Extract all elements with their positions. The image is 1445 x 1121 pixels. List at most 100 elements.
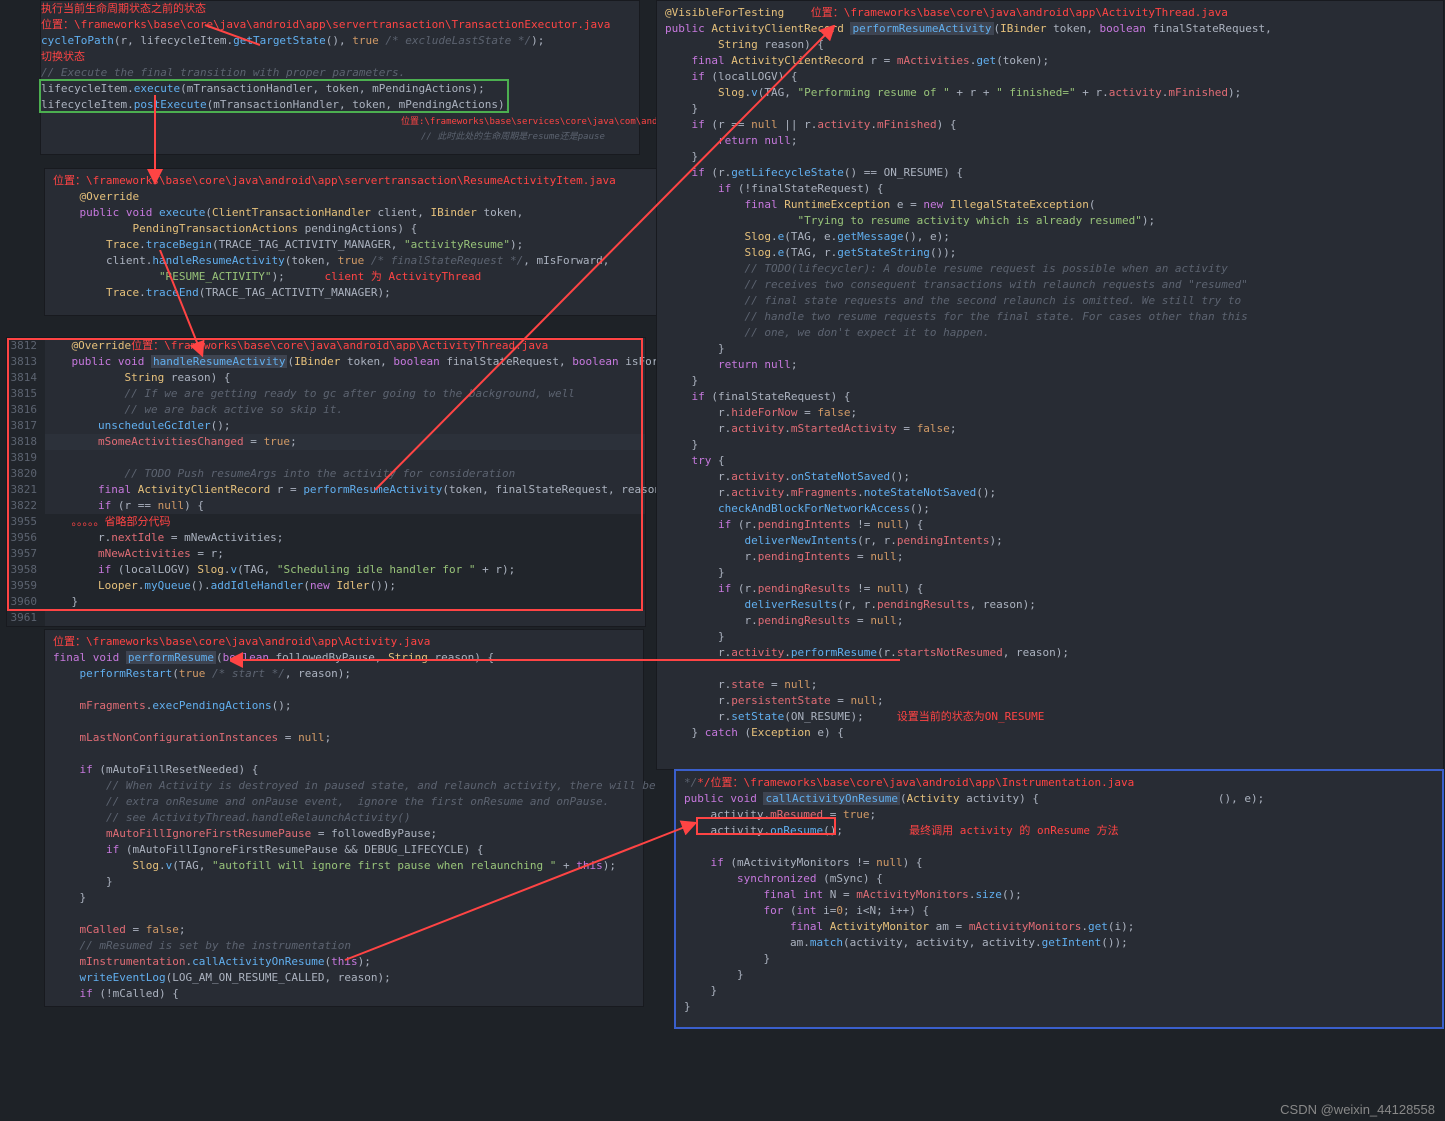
code-line: return null; bbox=[665, 357, 1435, 373]
code-line: final ActivityClientRecord r = mActiviti… bbox=[665, 53, 1435, 69]
code-line: if (r.getLifecycleState() == ON_RESUME) … bbox=[665, 165, 1435, 181]
code-line: if (localLOGV) { bbox=[665, 69, 1435, 85]
code-line: public void execute(ClientTransactionHan… bbox=[53, 205, 735, 221]
code-line: cycleToPath(r, lifecycleItem.getTargetSt… bbox=[41, 33, 639, 49]
code-line: mAutoFillIgnoreFirstResumePause = follow… bbox=[53, 826, 635, 842]
code-line: client.handleResumeActivity(token, true … bbox=[53, 253, 735, 269]
code-line: r.activity.performResume(r.startsNotResu… bbox=[665, 645, 1435, 661]
note-switch-state: 切换状态 bbox=[41, 50, 85, 63]
code-line: if (finalStateRequest) { bbox=[665, 389, 1435, 405]
code-line: } bbox=[665, 101, 1435, 117]
code-line: r.pendingIntents = null; bbox=[665, 549, 1435, 565]
hl-green-execute bbox=[39, 79, 509, 113]
code-line: } bbox=[53, 874, 635, 890]
code-line: } bbox=[665, 341, 1435, 357]
code-line: Slog.v(TAG, "Performing resume of " + r … bbox=[665, 85, 1435, 101]
code-line: return null; bbox=[665, 133, 1435, 149]
code-line: } bbox=[665, 437, 1435, 453]
code-line: if (mActivityMonitors != null) { bbox=[684, 855, 1434, 871]
code-comment: // see ActivityThread.handleRelaunchActi… bbox=[53, 810, 635, 826]
code-line: } bbox=[684, 983, 1434, 999]
hl-red-handle-resume bbox=[7, 338, 643, 611]
code-line: r.pendingResults = null; bbox=[665, 613, 1435, 629]
code-line: mCalled = false; bbox=[53, 922, 635, 938]
code-line: Trace.traceBegin(TRACE_TAG_ACTIVITY_MANA… bbox=[53, 237, 735, 253]
code-line: try { bbox=[665, 453, 1435, 469]
code-line: checkAndBlockForNetworkAccess(); bbox=[665, 501, 1435, 517]
panel-activity-thread-handle: 3812 @Override位置：\frameworks\base\core\j… bbox=[6, 337, 646, 627]
code-line: r.activity.mStartedActivity = false; bbox=[665, 421, 1435, 437]
code-line: deliverResults(r, r.pendingResults, reas… bbox=[665, 597, 1435, 613]
code-line: "Trying to resume activity which is alre… bbox=[665, 213, 1435, 229]
panel-activity-perform-resume: 位置：\frameworks\base\core\java\android\ap… bbox=[44, 629, 644, 1007]
panel-transaction-executor: 执行当前生命周期状态之前的状态 位置：\frameworks\base\core… bbox=[40, 0, 640, 155]
code-line: } bbox=[665, 629, 1435, 645]
code-line: public void callActivityOnResume(Activit… bbox=[684, 791, 1434, 807]
code-line: Slog.e(TAG, e.getMessage(), e); bbox=[665, 229, 1435, 245]
code-line: } bbox=[684, 951, 1434, 967]
code-line: } bbox=[665, 565, 1435, 581]
loc-transaction-executor: 位置：\frameworks\base\core\java\android\ap… bbox=[41, 18, 610, 31]
code-line: } bbox=[665, 373, 1435, 389]
code-line: mFragments.execPendingActions(); bbox=[53, 698, 635, 714]
panel-perform-resume-activity: @VisibleForTesting 位置：\frameworks\base\c… bbox=[656, 0, 1444, 770]
code-line: if (mAutoFillResetNeeded) { bbox=[53, 762, 635, 778]
code-line: final RuntimeException e = new IllegalSt… bbox=[665, 197, 1435, 213]
code-line: final void performResume(boolean followe… bbox=[53, 650, 635, 666]
code-comment: // TODO(lifecycler): A double resume req… bbox=[665, 261, 1435, 277]
loc-activity: 位置：\frameworks\base\core\java\android\ap… bbox=[53, 635, 430, 648]
loc-instrumentation: */位置：\frameworks\base\core\java\android\… bbox=[697, 776, 1134, 789]
code-line: r.state = null; bbox=[665, 677, 1435, 693]
code-line: mLastNonConfigurationInstances = null; bbox=[53, 730, 635, 746]
code-line: @Override bbox=[53, 189, 735, 205]
code-line: } bbox=[684, 999, 1434, 1015]
code-line: synchronized (mSync) { bbox=[684, 871, 1434, 887]
code-line: } bbox=[53, 890, 635, 906]
code-comment: // handle two resume requests for the fi… bbox=[665, 309, 1435, 325]
watermark: CSDN @weixin_44128558 bbox=[1280, 1102, 1435, 1117]
code-line: Trace.traceEnd(TRACE_TAG_ACTIVITY_MANAGE… bbox=[53, 285, 735, 301]
code-line: Slog.v(TAG, "autofill will ignore first … bbox=[53, 858, 635, 874]
code-line: deliverNewIntents(r, r.pendingIntents); bbox=[665, 533, 1435, 549]
code-comment: // one, we don't expect it to happen. bbox=[665, 325, 1435, 341]
code-line: r.activity.mFragments.noteStateNotSaved(… bbox=[665, 485, 1435, 501]
code-line: writeEventLog(LOG_AM_ON_RESUME_CALLED, r… bbox=[53, 970, 635, 986]
code-line: r.activity.onStateNotSaved(); bbox=[665, 469, 1435, 485]
code-line: String reason) { bbox=[665, 37, 1435, 53]
code-line: if (mAutoFillIgnoreFirstResumePause && D… bbox=[53, 842, 635, 858]
code-line: for (int i=0; i<N; i++) { bbox=[684, 903, 1434, 919]
code-line: performRestart(true /* start */, reason)… bbox=[53, 666, 635, 682]
code-line: public ActivityClientRecord performResum… bbox=[665, 21, 1435, 37]
code-line: "RESUME_ACTIVITY"); client 为 ActivityThr… bbox=[53, 269, 735, 285]
code-line: final int N = mActivityMonitors.size(); bbox=[684, 887, 1434, 903]
code-line: } bbox=[665, 149, 1435, 165]
code-line: @VisibleForTesting 位置：\frameworks\base\c… bbox=[665, 5, 1435, 21]
code-comment: // final state requests and the second r… bbox=[665, 293, 1435, 309]
code-comment: // receives two consequent transactions … bbox=[665, 277, 1435, 293]
hl-red-onresume bbox=[696, 817, 836, 835]
code-line: final ActivityMonitor am = mActivityMoni… bbox=[684, 919, 1434, 935]
code-line: } catch (Exception e) { bbox=[665, 725, 1435, 741]
code-line: if (r == null || r.activity.mFinished) { bbox=[665, 117, 1435, 133]
code-line: PendingTransactionActions pendingActions… bbox=[53, 221, 735, 237]
code-line: if (!mCalled) { bbox=[53, 986, 635, 1002]
code-comment: // extra onResume and onPause event, ign… bbox=[53, 794, 635, 810]
code-line: r.persistentState = null; bbox=[665, 693, 1435, 709]
note-service-loc: 位置:\frameworks\base\services\core\java\c… bbox=[401, 117, 679, 127]
panel-instrumentation: */*/位置：\frameworks\base\core\java\androi… bbox=[674, 769, 1444, 1029]
code-comment: // When Activity is destroyed in paused … bbox=[53, 778, 635, 794]
code-line: am.match(activity, activity, activity.ge… bbox=[684, 935, 1434, 951]
panel-resume-activity-item: 位置：\frameworks\base\core\java\android\ap… bbox=[44, 168, 744, 316]
note-pause: // 此时此处的生命周期是resume还是pause bbox=[41, 129, 639, 145]
code-line: if (r.pendingIntents != null) { bbox=[665, 517, 1435, 533]
note-exec-prev: 执行当前生命周期状态之前的状态 bbox=[41, 2, 206, 15]
code-line: mInstrumentation.callActivityOnResume(th… bbox=[53, 954, 635, 970]
code-comment: // mResumed is set by the instrumentatio… bbox=[53, 938, 635, 954]
code-line: r.hideForNow = false; bbox=[665, 405, 1435, 421]
code-line: if (!finalStateRequest) { bbox=[665, 181, 1435, 197]
code-line: Slog.e(TAG, r.getStateString()); bbox=[665, 245, 1435, 261]
loc-resume-activity-item: 位置：\frameworks\base\core\java\android\ap… bbox=[53, 174, 616, 187]
code-line: r.setState(ON_RESUME); 设置当前的状态为ON_RESUME bbox=[665, 709, 1435, 725]
code-line: } bbox=[684, 967, 1434, 983]
code-line: if (r.pendingResults != null) { bbox=[665, 581, 1435, 597]
